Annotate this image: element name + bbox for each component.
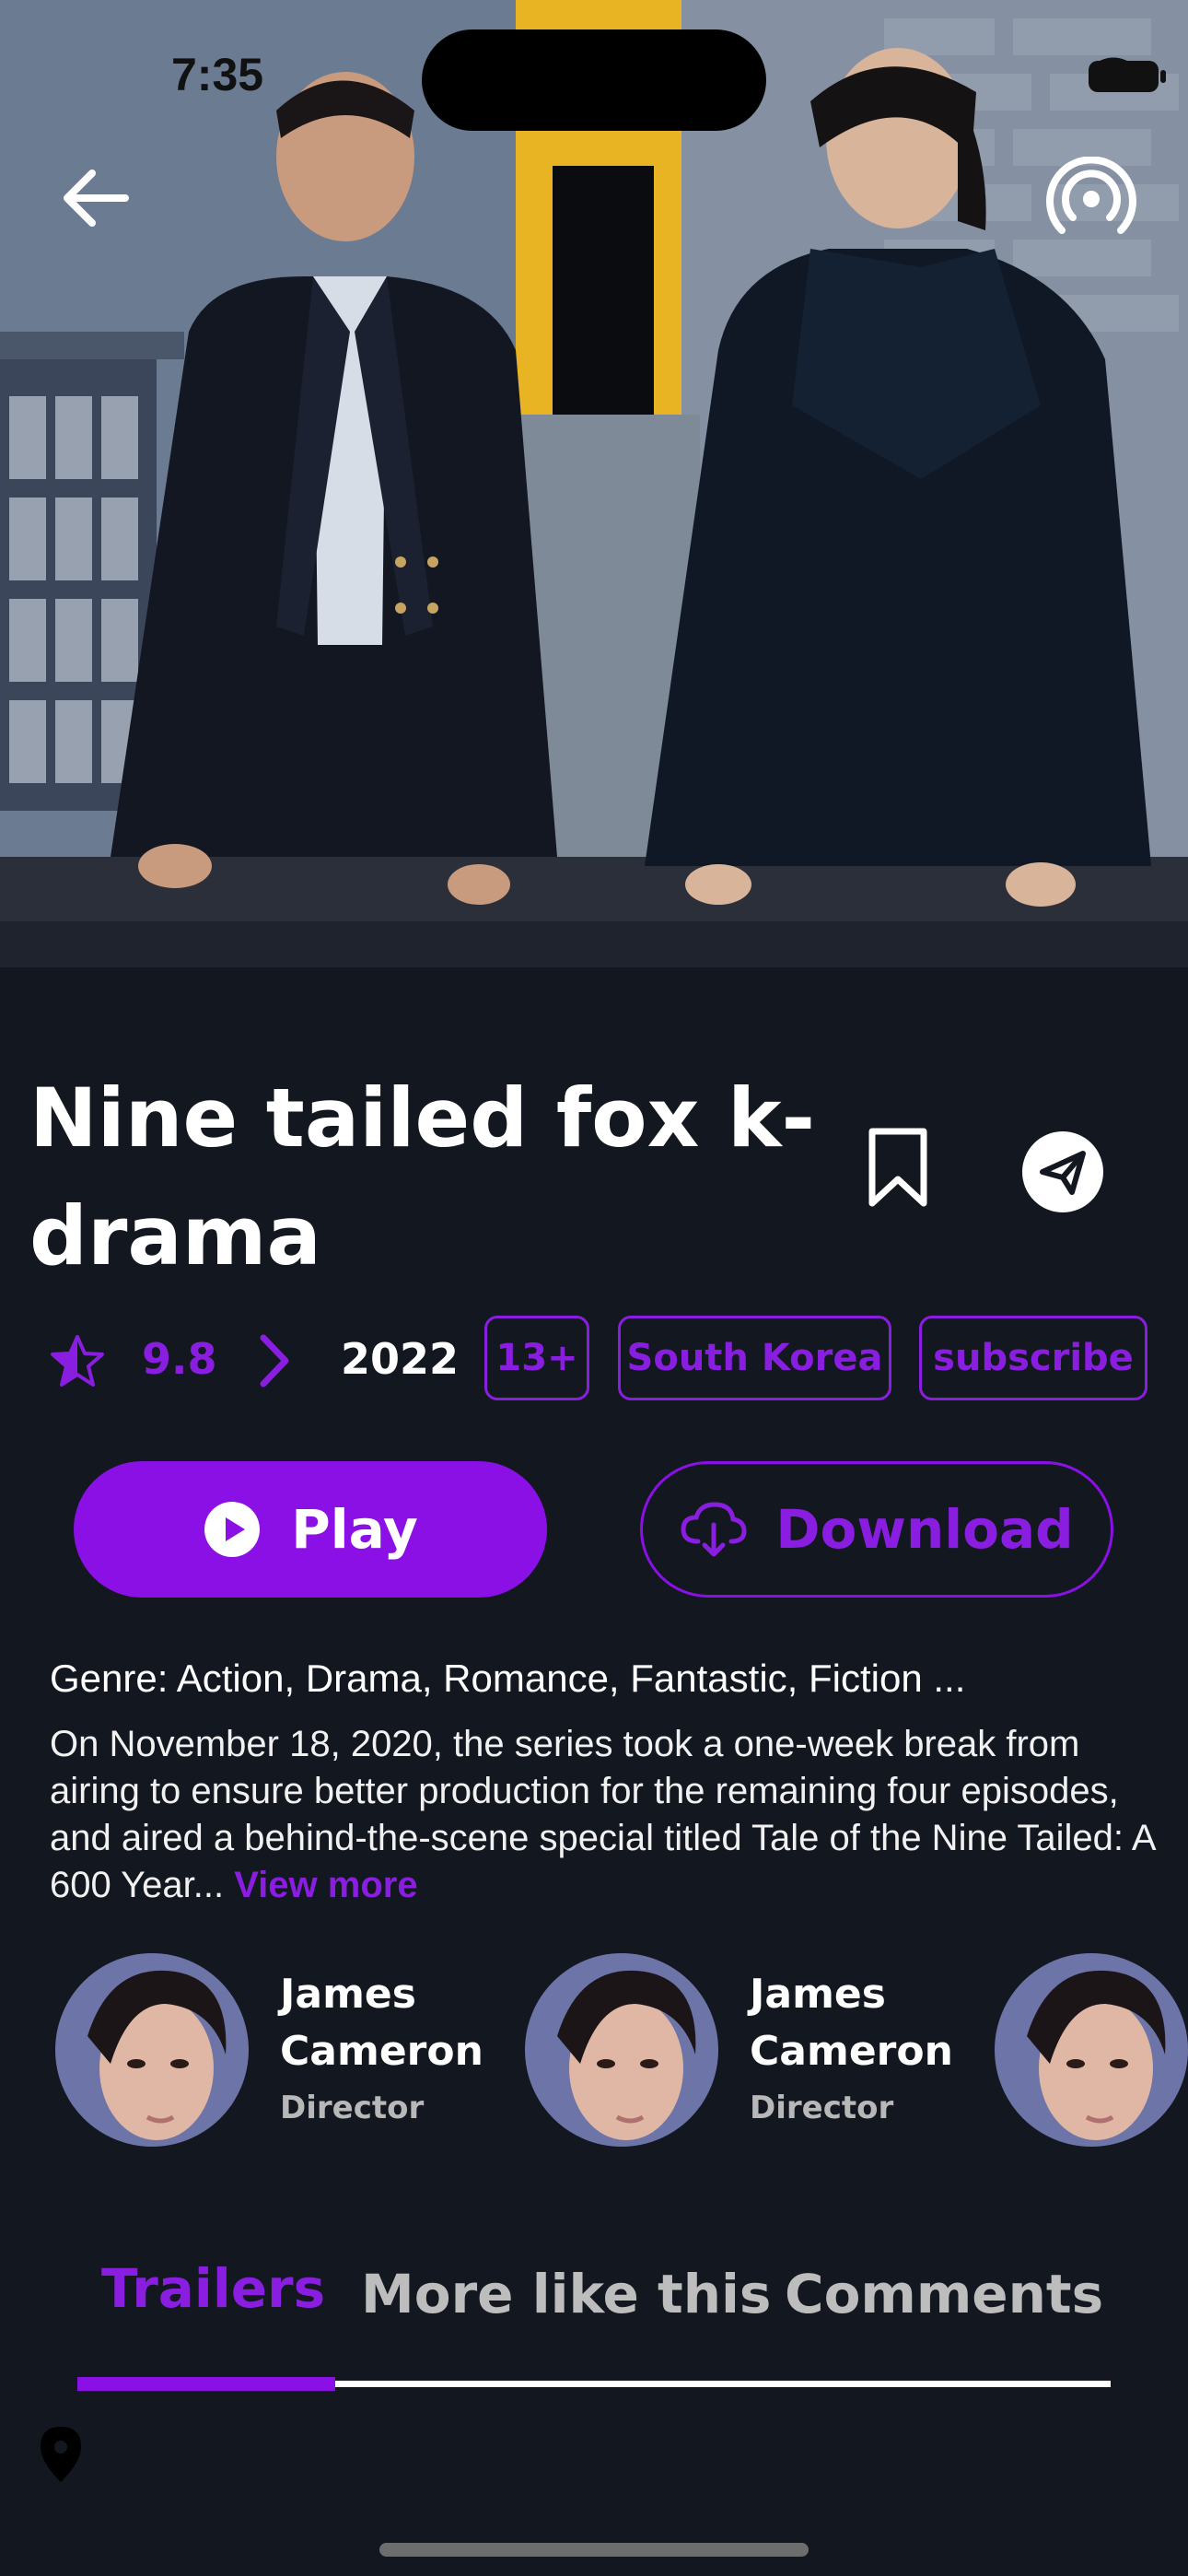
play-label: Play (291, 1498, 418, 1561)
tab-trailers[interactable]: Trailers (101, 2257, 325, 2320)
description-body: On November 18, 2020, the series took a … (50, 1724, 1155, 1905)
hero-illustration (0, 0, 1188, 967)
release-year: 2022 (341, 1334, 460, 1384)
movie-title: Nine tailed fox k-drama (29, 1071, 816, 1283)
play-circle-icon (204, 1502, 261, 1557)
broadcast-icon (1046, 157, 1136, 234)
tab-active-indicator (77, 2377, 335, 2391)
view-more-link[interactable]: View more (234, 1865, 417, 1905)
bookmark-button[interactable] (861, 1126, 935, 1209)
tab-comments[interactable]: Comments (785, 2263, 1103, 2325)
cast-button[interactable] (1045, 157, 1137, 249)
movie-detail-screen: 7:35 Nine tailed fox k-drama 9.8 2022 13… (0, 0, 1188, 2576)
home-indicator[interactable] (379, 2543, 809, 2557)
age-rating-badge: 13+ (484, 1316, 589, 1400)
bookmark-icon (868, 1128, 927, 1207)
avatar-portrait (55, 1953, 249, 2147)
hero-image: 7:35 (0, 0, 1188, 967)
back-button[interactable] (55, 157, 138, 240)
battery-icon (1089, 61, 1166, 92)
tab-more-like-this[interactable]: More like this (361, 2263, 771, 2325)
cast-member[interactable] (995, 1953, 1188, 2147)
cast-role: Director (750, 2090, 894, 2126)
genre-text: Genre: Action, Drama, Romance, Fantastic… (50, 1657, 966, 1700)
chevron-right-icon[interactable] (256, 1332, 293, 1389)
location-pin-icon (41, 2427, 81, 2482)
rating-value: 9.8 (142, 1334, 217, 1384)
avatar-portrait (995, 1953, 1188, 2147)
subscribe-badge[interactable]: subscribe (919, 1316, 1147, 1400)
cast-name: James Cameron (750, 1971, 953, 2075)
avatar-portrait (525, 1953, 718, 2147)
status-time: 7:35 (171, 49, 264, 100)
movie-meta-row: 9.8 2022 13+ South Korea subscribe (46, 1316, 1151, 1404)
description-text: On November 18, 2020, the series took a … (50, 1721, 1155, 1909)
cast-name: James Cameron (280, 1971, 483, 2075)
avatar (525, 1953, 718, 2147)
download-button[interactable]: Download (640, 1461, 1113, 1598)
star-icon (51, 1335, 104, 1387)
dynamic-island (422, 29, 766, 131)
share-button[interactable] (1022, 1131, 1103, 1212)
arrow-left-icon (64, 170, 129, 227)
cast-member[interactable]: James Cameron Director (525, 1953, 985, 2147)
country-badge: South Korea (618, 1316, 891, 1400)
content-tabs: Trailers More like this Comments (0, 2257, 1188, 2349)
send-icon (1040, 1151, 1086, 1195)
cast-member[interactable]: James Cameron Director (55, 1953, 516, 2147)
cast-list: James Cameron Director James Cameron Dir… (55, 1953, 1188, 2147)
avatar (55, 1953, 249, 2147)
play-button[interactable]: Play (74, 1461, 547, 1598)
avatar (995, 1953, 1188, 2147)
download-label: Download (775, 1498, 1074, 1561)
cloud-download-icon (681, 1502, 747, 1557)
cast-role: Director (280, 2090, 425, 2126)
